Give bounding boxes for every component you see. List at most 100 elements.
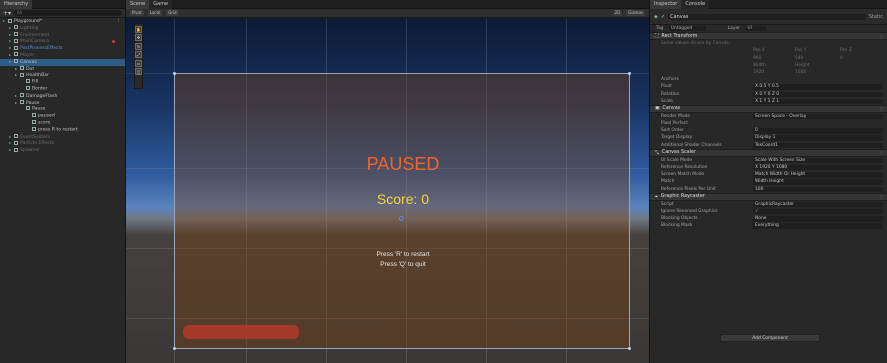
hierarchy-item[interactable]: Fill bbox=[0, 79, 125, 86]
property-value[interactable]: X 1920 Y 1080 bbox=[753, 165, 883, 171]
property-row: Rotation X 0 Y 0 Z 0 bbox=[650, 91, 887, 98]
hierarchy-item[interactable]: press R to restart bbox=[0, 126, 125, 134]
gameobject-icon bbox=[14, 140, 18, 145]
tab-scene[interactable]: Scene bbox=[126, 0, 150, 9]
hierarchy-item[interactable]: ▸ Lighting bbox=[0, 25, 125, 32]
score-text: Score: 0 bbox=[376, 191, 430, 207]
scene-viewport[interactable]: ✋ ✥ ↻ ⤢ ▭ ◫ PAUSED Score: 0 Press 'R' to… bbox=[126, 18, 649, 363]
property-row: Script GraphicRaycaster bbox=[650, 201, 887, 208]
property-value[interactable]: ✓ bbox=[753, 208, 883, 215]
property-value[interactable]: X 0 Y 0 Z 0 bbox=[753, 91, 883, 97]
hierarchy-item[interactable]: ▸ MainCamera bbox=[0, 38, 125, 45]
hierarchy-item[interactable]: ▸ Environment bbox=[0, 32, 125, 39]
property-value[interactable]: None bbox=[753, 216, 883, 222]
transform-tool-icon[interactable]: ◫ bbox=[135, 68, 142, 75]
move-tool-icon[interactable]: ✥ bbox=[135, 34, 142, 41]
property-value[interactable]: Everything bbox=[753, 223, 883, 229]
property-label: Rotation bbox=[661, 91, 680, 97]
hierarchy-item[interactable]: ▸ Playground* ⋮ bbox=[0, 18, 125, 25]
rect-pos-values: 960 540 0 bbox=[753, 55, 843, 61]
scale-tool-icon[interactable]: ⤢ bbox=[135, 51, 142, 58]
property-row: Blocking Objects None bbox=[650, 215, 887, 222]
rect-tool-icon[interactable]: ▭ bbox=[135, 59, 142, 67]
hierarchy-item[interactable]: Border bbox=[0, 85, 125, 93]
canvas-component-header[interactable]: ▣ Canvas ⋮ bbox=[650, 104, 887, 113]
property-value[interactable]: GraphicRaycaster bbox=[753, 201, 883, 208]
hierarchy-item-label: Playground* bbox=[14, 19, 43, 24]
property-value[interactable]: X 1 Y 1 Z 1 bbox=[753, 98, 883, 105]
property-row: Scale X 1 Y 1 Z 1 bbox=[650, 98, 887, 105]
property-row: Screen Match Mode Match Width Or Height bbox=[650, 171, 887, 178]
graphic-raycaster-header[interactable]: ⌖ Graphic Raycaster ⋮ bbox=[650, 192, 887, 201]
tag-dropdown[interactable]: Untagged bbox=[668, 26, 707, 31]
tab-inspector[interactable]: Inspector bbox=[650, 0, 682, 9]
hierarchy-item[interactable]: Pause bbox=[0, 106, 125, 113]
property-label: Match bbox=[661, 179, 675, 185]
property-row: Reference Resolution X 1920 Y 1080 bbox=[650, 164, 887, 171]
rect-cols: Pos X Pos Y Pos Z bbox=[753, 48, 852, 54]
hierarchy-item[interactable]: ▸ Particle Effects bbox=[0, 140, 125, 147]
property-row: Pixel Perfect bbox=[650, 120, 887, 127]
hierarchy-item-label: MainCamera bbox=[20, 39, 49, 45]
hierarchy-item-label: press R to restart bbox=[38, 127, 78, 133]
hierarchy-item[interactable]: ▸ PostProcessEffects bbox=[0, 45, 125, 52]
property-row: Pivot X 0.5 Y 0.5 bbox=[650, 83, 887, 90]
add-icon[interactable]: +▾ bbox=[3, 10, 11, 17]
local-toggle[interactable]: Local bbox=[147, 10, 163, 16]
rotate-tool-icon[interactable]: ↻ bbox=[135, 42, 142, 50]
gizmos-dropdown[interactable]: Gizmos bbox=[626, 10, 645, 16]
hierarchy-item[interactable]: paused bbox=[0, 113, 125, 120]
property-value[interactable]: Width Height bbox=[753, 179, 883, 185]
grid-toggle[interactable]: Grid bbox=[166, 10, 179, 16]
pivot-handle[interactable] bbox=[399, 216, 404, 221]
hierarchy-item-label: PostProcessEffects bbox=[20, 46, 63, 52]
layer-dropdown[interactable]: UI bbox=[745, 26, 766, 31]
property-value[interactable]: TexCoord1 bbox=[753, 142, 883, 149]
hierarchy-item[interactable]: ▸ EventSystem bbox=[0, 134, 125, 141]
property-label: Script bbox=[661, 201, 674, 207]
canvas-scaler-header[interactable]: ⤡ Canvas Scaler ⋮ bbox=[650, 148, 887, 157]
property-row: Reference Pixels Per Unit 100 bbox=[650, 186, 887, 193]
rect-transform-icon: ⛶ bbox=[655, 34, 659, 40]
hierarchy-item[interactable]: ▸ DamageFlash bbox=[0, 93, 125, 100]
property-value[interactable]: Scale With Screen Size bbox=[753, 157, 883, 164]
hierarchy-item[interactable]: ▸ Dot bbox=[0, 66, 125, 73]
object-name-field[interactable]: Canvas bbox=[668, 13, 866, 20]
hierarchy-item[interactable]: ▸ Pause bbox=[0, 100, 125, 107]
tab-game[interactable]: Game bbox=[149, 0, 173, 9]
gameobject-icon bbox=[14, 25, 18, 30]
static-toggle[interactable]: Static bbox=[869, 14, 883, 20]
property-value[interactable]: X 0.5 Y 0.5 bbox=[753, 84, 883, 90]
gameobject-icon bbox=[32, 119, 36, 124]
property-value[interactable]: Match Width Or Height bbox=[753, 172, 883, 178]
active-checkbox[interactable]: ✓ bbox=[661, 14, 665, 20]
property-value[interactable]: 0 bbox=[753, 128, 883, 134]
rect-transform-header[interactable]: ⛶ Rect Transform ⋮ bbox=[650, 32, 887, 41]
hierarchy-toolbar: +▾ All bbox=[0, 9, 125, 18]
property-value[interactable]: 100 bbox=[753, 186, 883, 192]
hierarchy-item[interactable]: ▸ HealthBar bbox=[0, 72, 125, 79]
tab-console[interactable]: Console bbox=[681, 0, 710, 9]
property-value[interactable]: Screen Space - Overlay bbox=[753, 113, 883, 120]
property-row: Ignore Reversed Graphics ✓ bbox=[650, 208, 887, 215]
hand-tool-icon[interactable]: ✋ bbox=[135, 25, 142, 33]
scene-menu-icon[interactable]: ⋮ bbox=[116, 18, 121, 25]
pivot-toggle[interactable]: Pivot bbox=[130, 10, 144, 16]
tag-label: Tag bbox=[656, 26, 664, 31]
2d-toggle[interactable]: 2D bbox=[612, 10, 623, 16]
hierarchy-item-label: score bbox=[38, 120, 51, 126]
hierarchy-item[interactable]: ▸ Canvas bbox=[0, 58, 125, 66]
hierarchy-item[interactable]: ▸ Spawner bbox=[0, 147, 125, 154]
hierarchy-tabbar: Hierarchy bbox=[0, 0, 125, 9]
hierarchy-item[interactable]: ▸ Player bbox=[0, 52, 125, 59]
hierarchy-search-input[interactable]: All bbox=[14, 10, 122, 16]
canvas-rect[interactable]: PAUSED Score: 0 Press 'R' to restart Pre… bbox=[173, 72, 631, 350]
add-component-button[interactable]: Add Component bbox=[720, 334, 820, 342]
property-label: Blocking Mask bbox=[661, 223, 693, 229]
property-value[interactable]: Display 1 bbox=[753, 135, 883, 141]
property-row: UI Scale Mode Scale With Screen Size bbox=[650, 157, 887, 164]
hierarchy-item-label: Spawner bbox=[20, 148, 41, 154]
hierarchy-item[interactable]: score bbox=[0, 119, 125, 127]
tab-hierarchy[interactable]: Hierarchy bbox=[0, 0, 33, 9]
hierarchy-item-label: EventSystem bbox=[20, 134, 51, 140]
